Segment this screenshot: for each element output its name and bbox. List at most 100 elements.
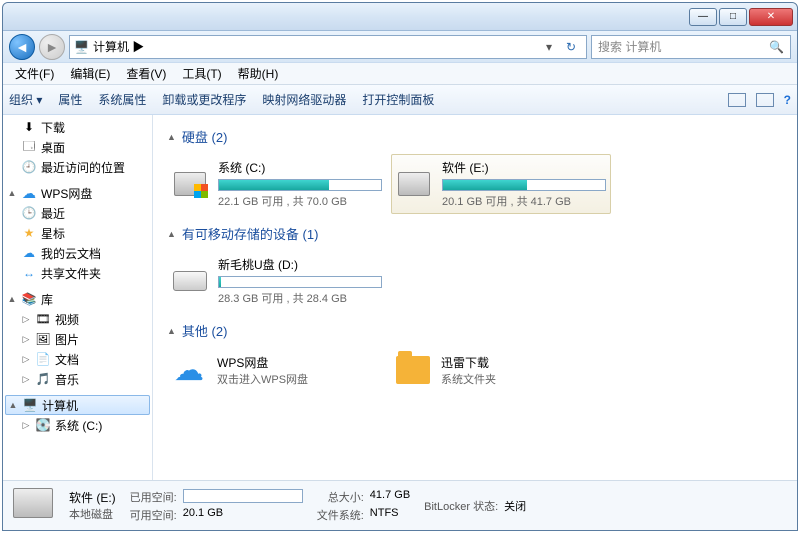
drive-e[interactable]: 软件 (E:) 20.1 GB 可用 , 共 41.7 GB	[391, 154, 611, 214]
search-icon[interactable]: 🔍	[769, 40, 784, 54]
free-value: 20.1 GB	[183, 507, 303, 523]
breadcrumb[interactable]: 计算机 ▶	[93, 38, 538, 55]
map-drive-button[interactable]: 映射网络驱动器	[262, 91, 346, 108]
drive-d-usb[interactable]: 新毛桃U盘 (D:) 28.3 GB 可用 , 共 28.4 GB	[167, 251, 387, 311]
details-pane: 软件 (E:) 本地磁盘 已用空间: 可用空间: 20.1 GB 总大小: 41…	[3, 480, 797, 530]
expand-icon[interactable]: ▷	[21, 420, 31, 431]
sidebar-item-computer[interactable]: ▲🖥️计算机	[5, 395, 150, 415]
expand-icon[interactable]: ▷	[21, 374, 31, 385]
desktop-icon: 🗔	[21, 139, 37, 155]
menu-bar: 文件(F) 编辑(E) 查看(V) 工具(T) 帮助(H)	[3, 63, 797, 85]
minimize-button[interactable]: —	[689, 8, 717, 26]
expand-icon[interactable]: ▷	[21, 354, 31, 365]
item-title: 迅雷下载	[441, 354, 496, 371]
star-icon: ★	[21, 225, 37, 241]
drive-icon	[13, 488, 55, 524]
sidebar-item-music[interactable]: ▷🎵音乐	[3, 369, 152, 389]
music-icon: 🎵	[35, 371, 51, 387]
collapse-icon[interactable]: ▲	[167, 132, 176, 142]
sidebar-group-library[interactable]: ▲📚库	[3, 289, 152, 309]
usage-bar	[218, 276, 382, 288]
view-mode-button[interactable]	[728, 93, 746, 107]
address-dropdown-icon[interactable]: ▾	[542, 40, 556, 54]
system-properties-button[interactable]: 系统属性	[98, 91, 146, 108]
used-label: 已用空间:	[130, 489, 177, 505]
collapse-icon[interactable]: ▲	[167, 326, 176, 336]
details-type: 本地磁盘	[69, 506, 116, 522]
cloud-icon: ☁	[21, 185, 37, 201]
cloud-doc-icon: ☁	[21, 245, 37, 261]
section-removable[interactable]: ▲有可移动存储的设备 (1)	[167, 224, 789, 243]
menu-help[interactable]: 帮助(H)	[232, 63, 285, 84]
sidebar-item-pictures[interactable]: ▷🖼图片	[3, 329, 152, 349]
sidebar-group-wps[interactable]: ▲☁WPS网盘	[3, 183, 152, 203]
section-other[interactable]: ▲其他 (2)	[167, 321, 789, 340]
share-icon: ↔	[21, 265, 37, 281]
drive-name: 软件 (E:)	[442, 159, 606, 176]
titlebar[interactable]: — □ ✕	[3, 3, 797, 31]
computer-icon: 🖥️	[74, 40, 89, 54]
control-panel-button[interactable]: 打开控制面板	[362, 91, 434, 108]
organize-button[interactable]: 组织 ▾	[9, 91, 42, 108]
collapse-icon[interactable]: ▲	[7, 188, 17, 198]
address-bar[interactable]: 🖥️ 计算机 ▶ ▾ ↻	[69, 35, 587, 59]
item-wps-disk[interactable]: ☁ WPS网盘 双击进入WPS网盘	[167, 348, 387, 392]
collapse-icon[interactable]: ▲	[7, 294, 17, 304]
section-hdd[interactable]: ▲硬盘 (2)	[167, 127, 789, 146]
drive-icon	[172, 166, 208, 202]
size-label: 总大小:	[317, 489, 364, 505]
recent-icon: 🕘	[21, 159, 37, 175]
item-subtitle: 双击进入WPS网盘	[217, 371, 308, 387]
preview-pane-button[interactable]	[756, 93, 774, 107]
drive-c[interactable]: 系统 (C:) 22.1 GB 可用 , 共 70.0 GB	[167, 154, 387, 214]
drive-info: 22.1 GB 可用 , 共 70.0 GB	[218, 193, 382, 209]
sidebar: ⬇下载 🗔桌面 🕘最近访问的位置 ▲☁WPS网盘 🕒最近 ★星标 ☁我的云文档 …	[3, 115, 153, 480]
size-value: 41.7 GB	[370, 489, 410, 505]
downloads-icon: ⬇	[21, 119, 37, 135]
explorer-window: — □ ✕ ◄ ► 🖥️ 计算机 ▶ ▾ ↻ 搜索 计算机 🔍 文件(F) 编辑…	[2, 2, 798, 531]
picture-icon: 🖼	[35, 331, 51, 347]
search-input[interactable]: 搜索 计算机 🔍	[591, 35, 791, 59]
library-icon: 📚	[21, 291, 37, 307]
sidebar-item-wps-star[interactable]: ★星标	[3, 223, 152, 243]
sidebar-item-system-c[interactable]: ▷💽系统 (C:)	[3, 415, 152, 435]
sidebar-item-desktop[interactable]: 🗔桌面	[3, 137, 152, 157]
bitlocker-value: 关闭	[504, 498, 526, 514]
sidebar-item-wps-docs[interactable]: ☁我的云文档	[3, 243, 152, 263]
maximize-button[interactable]: □	[719, 8, 747, 26]
drive-icon: 💽	[35, 417, 51, 433]
expand-icon[interactable]: ▷	[21, 314, 31, 325]
drive-icon	[396, 166, 432, 202]
menu-file[interactable]: 文件(F)	[9, 63, 60, 84]
sidebar-item-wps-shared[interactable]: ↔共享文件夹	[3, 263, 152, 283]
forward-button[interactable]: ►	[39, 34, 65, 60]
sidebar-item-video[interactable]: ▷🎞视频	[3, 309, 152, 329]
sidebar-item-recent[interactable]: 🕘最近访问的位置	[3, 157, 152, 177]
toolbar: 组织 ▾ 属性 系统属性 卸载或更改程序 映射网络驱动器 打开控制面板 ?	[3, 85, 797, 115]
menu-edit[interactable]: 编辑(E)	[64, 63, 116, 84]
nav-bar: ◄ ► 🖥️ 计算机 ▶ ▾ ↻ 搜索 计算机 🔍	[3, 31, 797, 63]
usage-bar	[442, 179, 606, 191]
expand-icon[interactable]: ▷	[21, 334, 31, 345]
collapse-icon[interactable]: ▲	[167, 229, 176, 239]
computer-icon: 🖥️	[22, 397, 38, 413]
free-label: 可用空间:	[130, 507, 177, 523]
item-xunlei[interactable]: 迅雷下载 系统文件夹	[391, 348, 611, 392]
help-icon[interactable]: ?	[784, 93, 791, 107]
sidebar-item-wps-recent[interactable]: 🕒最近	[3, 203, 152, 223]
used-bar	[183, 489, 303, 503]
cloud-icon: ☁	[171, 352, 207, 388]
usb-drive-icon	[172, 263, 208, 299]
menu-view[interactable]: 查看(V)	[120, 63, 172, 84]
properties-button[interactable]: 属性	[58, 91, 82, 108]
close-button[interactable]: ✕	[749, 8, 793, 26]
refresh-button[interactable]: ↻	[560, 40, 582, 54]
back-button[interactable]: ◄	[9, 34, 35, 60]
menu-tools[interactable]: 工具(T)	[176, 63, 227, 84]
drive-name: 系统 (C:)	[218, 159, 382, 176]
sidebar-item-documents[interactable]: ▷📄文档	[3, 349, 152, 369]
collapse-icon[interactable]: ▲	[8, 400, 18, 410]
item-subtitle: 系统文件夹	[441, 371, 496, 387]
uninstall-button[interactable]: 卸载或更改程序	[162, 91, 246, 108]
sidebar-item-downloads[interactable]: ⬇下载	[3, 117, 152, 137]
